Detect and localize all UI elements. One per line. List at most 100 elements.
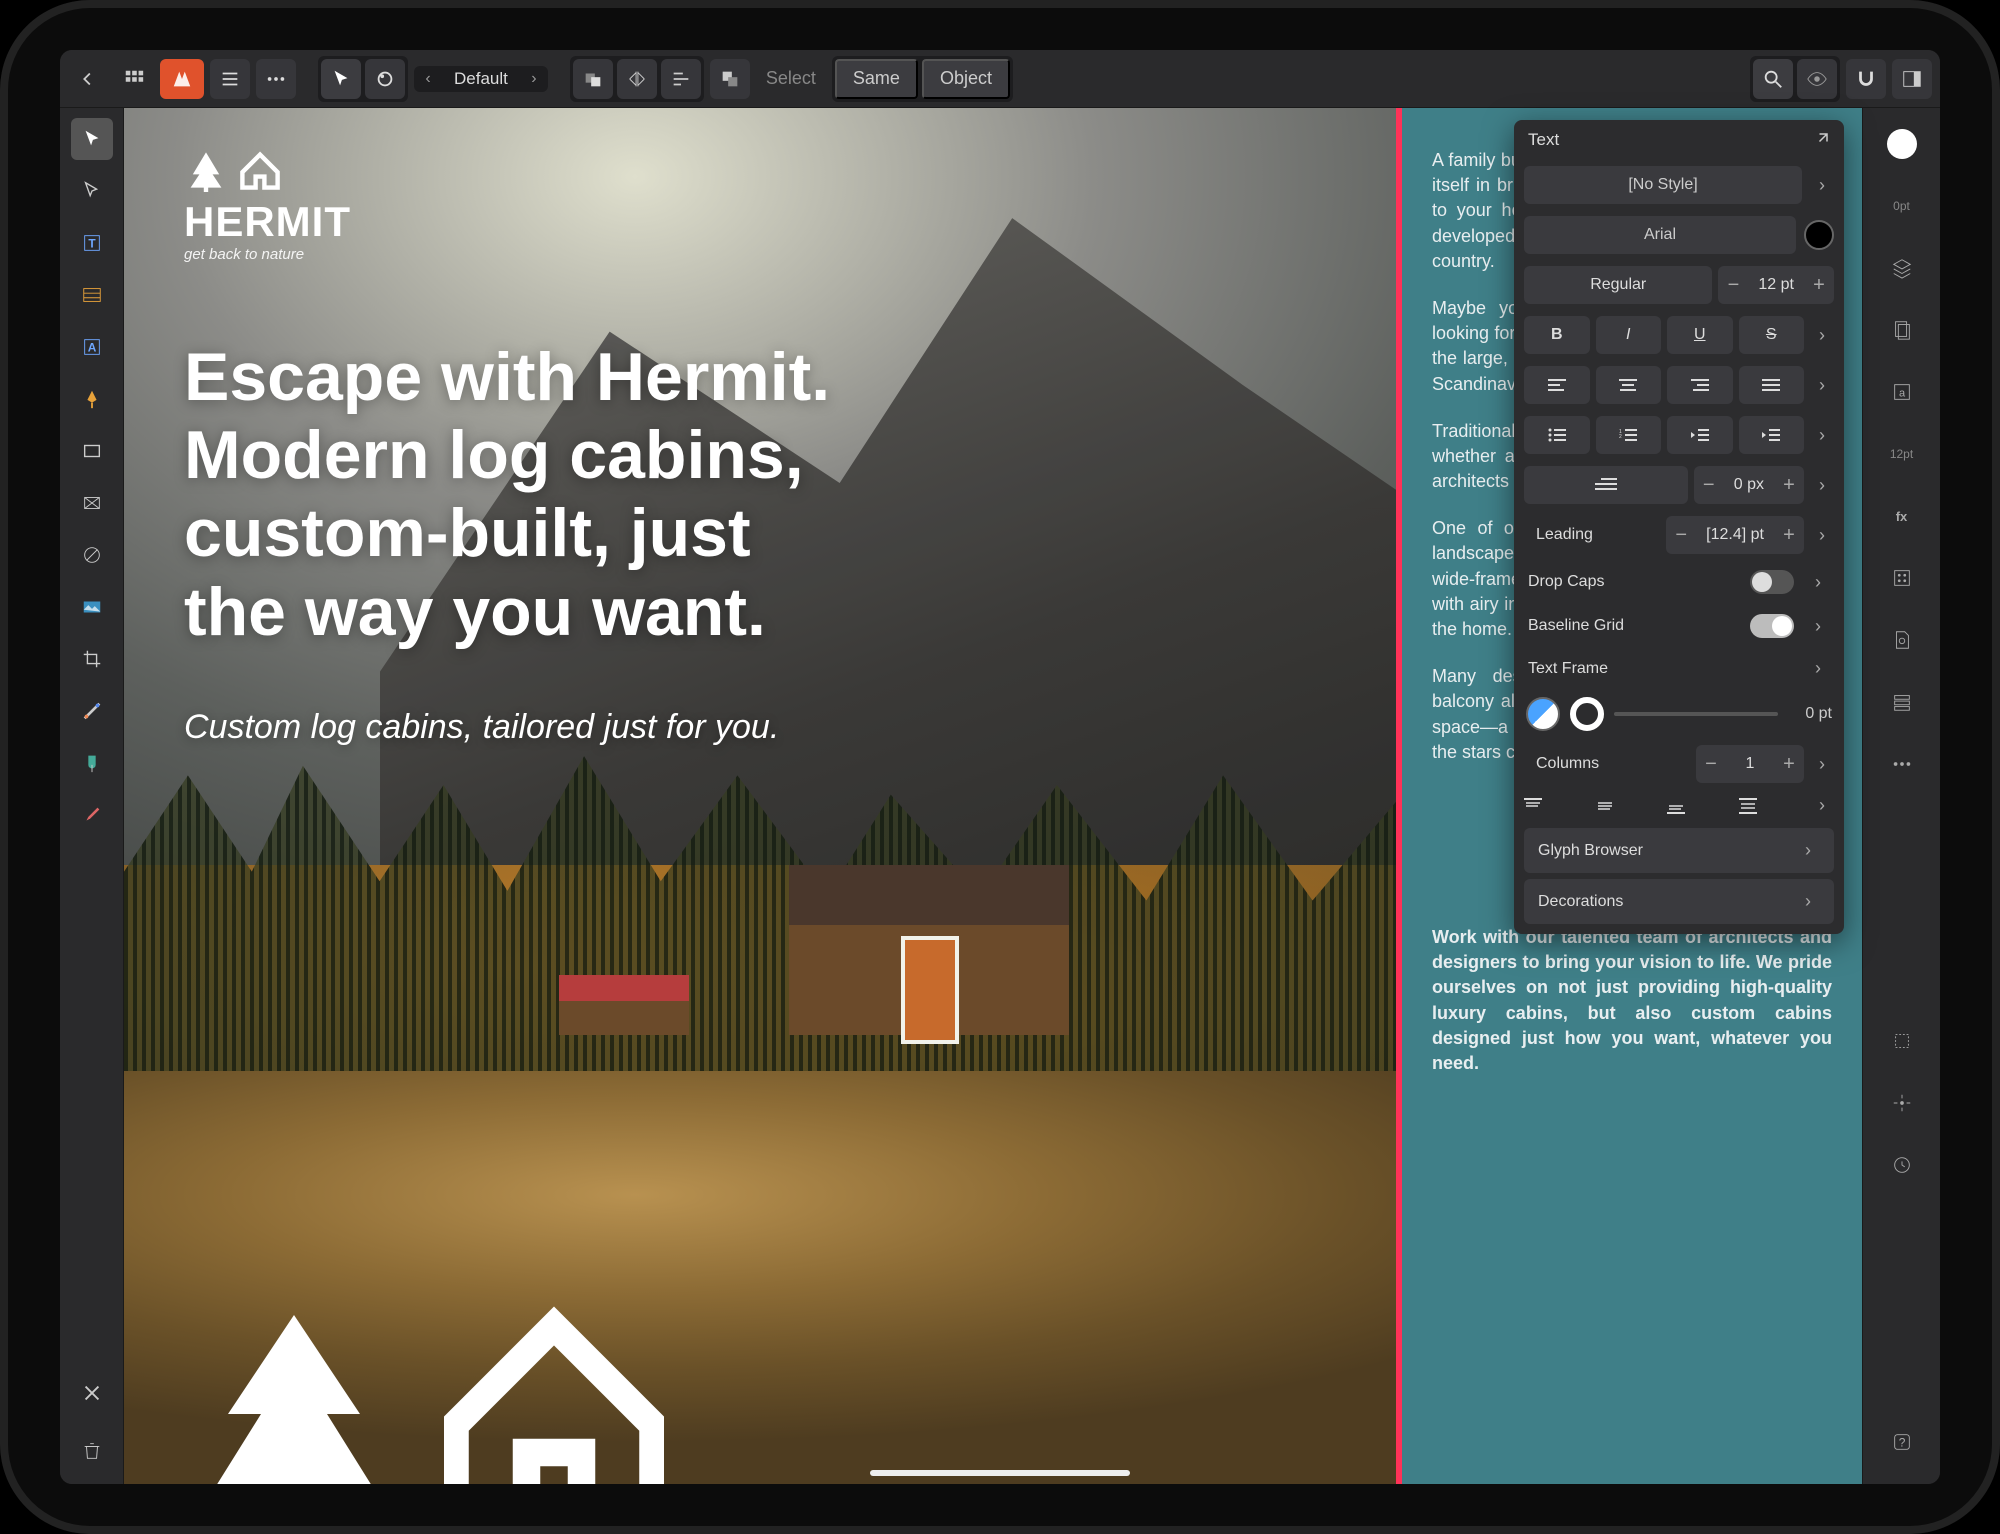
rectangle-tool[interactable] bbox=[71, 430, 113, 472]
font-weight-picker[interactable]: Regular bbox=[1524, 266, 1712, 304]
align-justify-button[interactable] bbox=[1739, 366, 1805, 404]
place-image-tool[interactable] bbox=[71, 586, 113, 628]
order-button[interactable] bbox=[573, 59, 613, 99]
more-panels-button[interactable] bbox=[1880, 742, 1924, 786]
stroke-swatch[interactable] bbox=[1570, 697, 1604, 731]
insert-button[interactable] bbox=[710, 59, 750, 99]
strikethrough-button[interactable]: S bbox=[1739, 316, 1805, 354]
move-tool-button[interactable] bbox=[321, 59, 361, 99]
minus-icon[interactable]: − bbox=[1718, 274, 1748, 297]
chevron-right-icon[interactable]: › bbox=[1810, 425, 1834, 446]
chevron-right-icon[interactable]: › bbox=[1810, 375, 1834, 396]
preflight-panel-button[interactable] bbox=[1880, 618, 1924, 662]
home-indicator[interactable] bbox=[870, 1470, 1130, 1476]
indent-stepper[interactable]: − 0 px + bbox=[1694, 466, 1804, 504]
back-button[interactable] bbox=[68, 59, 108, 99]
chevron-right-icon[interactable]: › bbox=[1810, 175, 1834, 196]
fields-panel-button[interactable] bbox=[1880, 680, 1924, 724]
close-icon[interactable] bbox=[71, 1372, 113, 1414]
baseline-toggle[interactable] bbox=[1750, 614, 1794, 638]
align-center-button[interactable] bbox=[1596, 366, 1662, 404]
crop-tool[interactable] bbox=[71, 638, 113, 680]
detach-icon[interactable] bbox=[1812, 131, 1830, 149]
font-size-stepper[interactable]: − 12 pt + bbox=[1718, 266, 1834, 304]
chevron-right-icon[interactable]: › bbox=[1810, 475, 1834, 496]
picture-frame-tool[interactable] bbox=[71, 482, 113, 524]
transform-panel-button[interactable] bbox=[1880, 1019, 1924, 1063]
align-button[interactable] bbox=[661, 59, 701, 99]
decorations-button[interactable]: Decorations › bbox=[1524, 879, 1834, 924]
assets-panel-button[interactable] bbox=[1880, 556, 1924, 600]
stroke-slider[interactable] bbox=[1614, 712, 1778, 716]
align-right-button[interactable] bbox=[1667, 366, 1733, 404]
gradient-tool[interactable] bbox=[71, 690, 113, 732]
bold-button[interactable]: B bbox=[1524, 316, 1590, 354]
artistic-text-tool[interactable]: A bbox=[71, 326, 113, 368]
home-grid-button[interactable] bbox=[114, 59, 154, 99]
glyph-browser-button[interactable]: Glyph Browser › bbox=[1524, 828, 1834, 873]
pen-tool[interactable] bbox=[71, 378, 113, 420]
valign-bottom-button[interactable] bbox=[1667, 798, 1733, 814]
stroke-width-indicator[interactable]: 0pt bbox=[1880, 184, 1924, 228]
paragraph-style-picker[interactable]: [No Style] bbox=[1524, 166, 1802, 204]
flip-button[interactable] bbox=[617, 59, 657, 99]
select-object-button[interactable]: Object bbox=[922, 59, 1010, 99]
pages-panel-button[interactable] bbox=[1880, 308, 1924, 352]
bullets-button[interactable] bbox=[1524, 416, 1590, 454]
chevron-right-icon[interactable]: › bbox=[1810, 325, 1834, 346]
snapping-button[interactable] bbox=[1846, 59, 1886, 99]
node-tool[interactable] bbox=[71, 170, 113, 212]
brush-mode-button[interactable] bbox=[365, 59, 405, 99]
fill-tool[interactable] bbox=[71, 742, 113, 784]
plus-icon[interactable]: + bbox=[1774, 524, 1804, 547]
valign-center-button[interactable] bbox=[1596, 798, 1662, 814]
persona-picker[interactable]: ‹ Default › bbox=[414, 66, 548, 92]
dropcaps-toggle[interactable] bbox=[1750, 570, 1794, 594]
color-swatch[interactable] bbox=[1880, 122, 1924, 166]
panel-toggle-button[interactable] bbox=[1892, 59, 1932, 99]
frame-text-tool[interactable]: T bbox=[71, 222, 113, 264]
layers-panel-button[interactable] bbox=[1880, 246, 1924, 290]
move-tool[interactable] bbox=[71, 118, 113, 160]
textframe-row[interactable]: Text Frame › bbox=[1514, 648, 1844, 689]
valign-justify-button[interactable] bbox=[1739, 798, 1805, 814]
chevron-right-icon[interactable]: › bbox=[1810, 754, 1834, 775]
navigator-button[interactable] bbox=[1880, 1081, 1924, 1125]
app-logo-button[interactable] bbox=[160, 59, 204, 99]
columns-stepper[interactable]: − 1 + bbox=[1696, 745, 1804, 783]
fx-panel-button[interactable]: fx bbox=[1880, 494, 1924, 538]
underline-button[interactable]: U bbox=[1667, 316, 1733, 354]
plus-icon[interactable]: + bbox=[1774, 753, 1804, 776]
valign-top-button[interactable] bbox=[1524, 798, 1590, 814]
more-button[interactable] bbox=[256, 59, 296, 99]
indent-type-button[interactable] bbox=[1524, 466, 1688, 504]
preview-button[interactable] bbox=[1797, 59, 1837, 99]
plus-icon[interactable]: + bbox=[1774, 474, 1804, 497]
text-color-swatch[interactable] bbox=[1804, 220, 1834, 250]
transparency-tool[interactable] bbox=[71, 534, 113, 576]
minus-icon[interactable]: − bbox=[1696, 753, 1726, 776]
menu-button[interactable] bbox=[210, 59, 250, 99]
leading-stepper[interactable]: − [12.4] pt + bbox=[1666, 516, 1804, 554]
zoom-button[interactable] bbox=[1753, 59, 1793, 99]
chevron-right-icon[interactable]: › bbox=[1810, 525, 1834, 546]
character-panel-button[interactable]: a bbox=[1880, 370, 1924, 414]
color-picker-tool[interactable] bbox=[71, 794, 113, 836]
plus-icon[interactable]: + bbox=[1804, 274, 1834, 297]
help-button[interactable]: ? bbox=[1880, 1420, 1924, 1464]
history-panel-button[interactable] bbox=[1880, 1143, 1924, 1187]
minus-icon[interactable]: − bbox=[1666, 524, 1696, 547]
indent-button[interactable] bbox=[1739, 416, 1805, 454]
numbered-button[interactable]: 12 bbox=[1596, 416, 1662, 454]
trash-icon[interactable] bbox=[71, 1430, 113, 1472]
chevron-right-icon[interactable]: › bbox=[1810, 795, 1834, 816]
chevron-right-icon[interactable]: › bbox=[1806, 572, 1830, 593]
chevron-right-icon[interactable]: › bbox=[1806, 616, 1830, 637]
minus-icon[interactable]: − bbox=[1694, 474, 1724, 497]
italic-button[interactable]: I bbox=[1596, 316, 1662, 354]
text-panel[interactable]: Text [No Style] › Arial Regular − 12 pt … bbox=[1514, 120, 1844, 934]
fill-swatch[interactable] bbox=[1526, 697, 1560, 731]
select-same-button[interactable]: Same bbox=[835, 59, 918, 99]
table-tool[interactable] bbox=[71, 274, 113, 316]
font-family-picker[interactable]: Arial bbox=[1524, 216, 1796, 254]
